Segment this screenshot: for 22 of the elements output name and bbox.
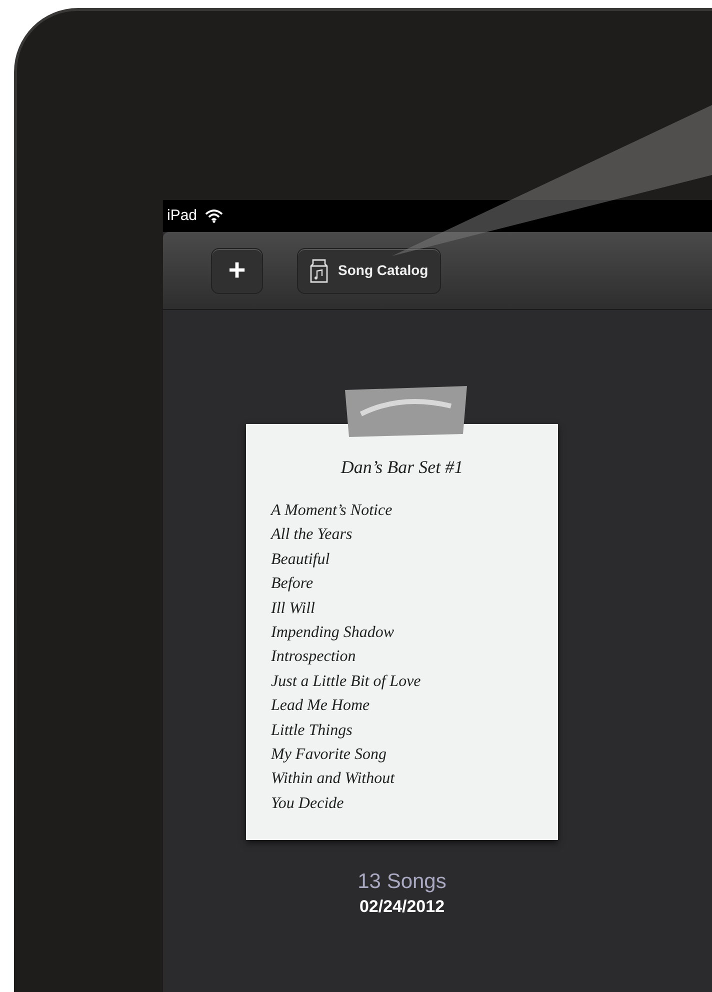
- song-title: Little Things: [271, 720, 354, 741]
- setlist-title: Dan’s Bar Set #1: [340, 456, 464, 479]
- device-name: iPad: [167, 206, 198, 226]
- wifi-icon: [205, 209, 224, 223]
- song-title: Ill Will: [271, 598, 316, 619]
- song-title: All the Years: [271, 525, 354, 546]
- add-button[interactable]: +: [211, 248, 263, 294]
- song-title: My Favorite Song: [271, 745, 388, 766]
- song-title: Impending Shadow: [271, 623, 396, 644]
- song-title: Introspection: [271, 647, 357, 668]
- song-title: Beautiful: [271, 550, 331, 570]
- setlist-card[interactable]: [246, 424, 558, 840]
- song-title: Just a Little Bit of Love: [271, 672, 422, 692]
- song-title: Lead Me Home: [271, 696, 371, 716]
- song-catalog-button[interactable]: Song Catalog: [297, 248, 442, 294]
- song-title: You Decide: [271, 794, 345, 814]
- song-title: A Moment’s Notice: [271, 501, 394, 521]
- song-title: Within and Without: [271, 769, 396, 790]
- setlist-date: 02/24/2012: [359, 896, 445, 918]
- song-title: Before: [271, 574, 314, 594]
- music-box-icon: [310, 258, 328, 282]
- song-count: 13 Songs: [358, 869, 446, 895]
